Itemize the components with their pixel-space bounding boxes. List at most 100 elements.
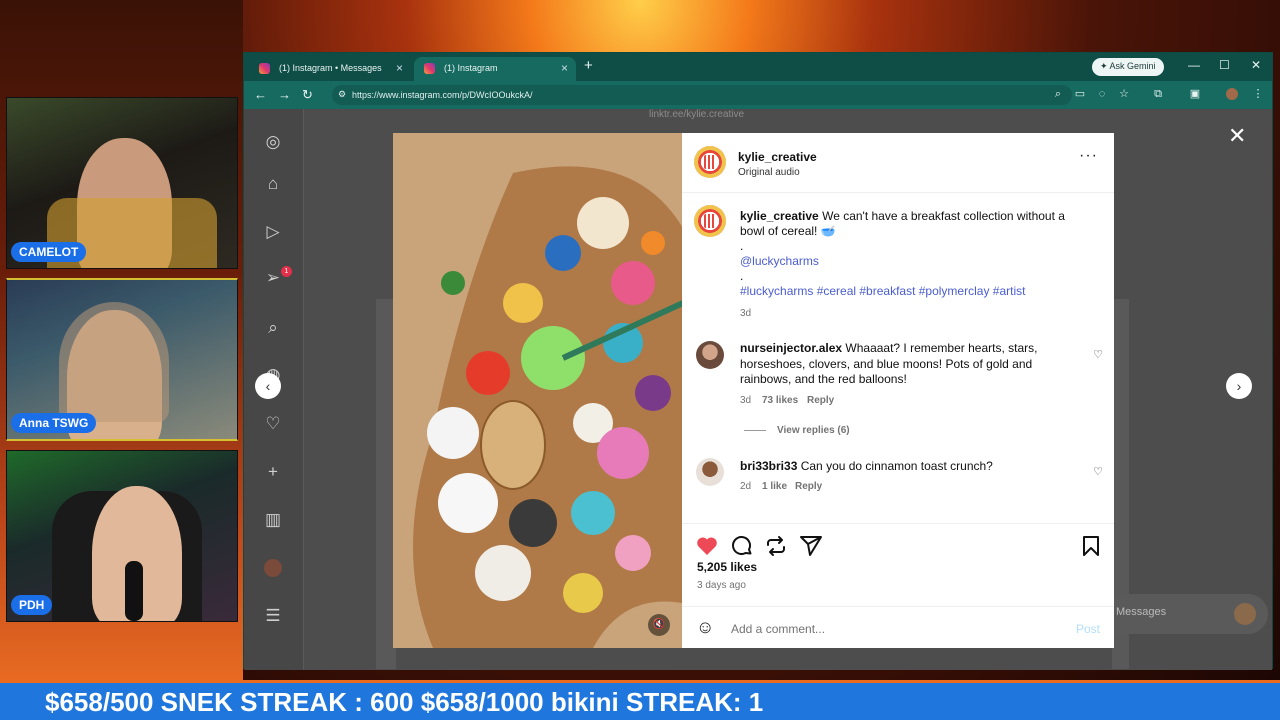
cam-label-pdh: PDH	[11, 595, 53, 615]
avatar[interactable]	[696, 341, 724, 369]
post-header: kylie_creative Original audio ···	[682, 133, 1114, 193]
address-bar[interactable]: ⚙ https://www.instagram.com/p/DWcIOOukck…	[332, 85, 1072, 105]
comment-age: 3d	[740, 395, 752, 406]
caption-mention[interactable]: @luckycharms	[740, 254, 1075, 269]
caption-username[interactable]: kylie_creative	[740, 209, 819, 223]
cast-icon[interactable]: ▭	[1074, 88, 1086, 100]
profile-avatar[interactable]	[1226, 88, 1238, 100]
sparkle-icon: ✦	[1100, 61, 1110, 71]
view-replies-button[interactable]: View replies (6)	[777, 425, 850, 436]
profile-link[interactable]: linktr.ee/kylie.creative	[649, 109, 744, 120]
zoom-icon[interactable]: ⌕	[1052, 88, 1064, 100]
address-toolbar: ← → ↻ ⚙ https://www.instagram.com/p/DWcI…	[244, 81, 1272, 109]
liked-heart-icon[interactable]	[695, 534, 719, 558]
back-icon[interactable]: ←	[254, 87, 267, 102]
post-details-panel: kylie_creative Original audio ··· kylie_…	[682, 133, 1114, 648]
reload-icon[interactable]: ↻	[302, 87, 313, 103]
close-modal-icon[interactable]: ✕	[1228, 123, 1246, 149]
like-count[interactable]: 5,205 likes	[697, 560, 757, 574]
site-info-icon[interactable]: ⚙	[338, 89, 346, 100]
heart-icon[interactable]: ♡	[262, 413, 284, 435]
like-comment-heart-icon[interactable]: ♡	[1093, 465, 1103, 478]
dashboard-icon[interactable]: ▥	[262, 509, 284, 531]
side-panel-icon[interactable]: ▣	[1189, 88, 1201, 100]
avatar[interactable]	[696, 458, 724, 486]
post-modal: 🔇 kylie_creative Original audio ··· kyli…	[393, 133, 1114, 648]
paint-palette-image	[393, 133, 682, 648]
menu-hamburger-icon[interactable]: ☰	[262, 605, 284, 627]
comment-text: Can you do cinnamon toast crunch?	[800, 459, 993, 473]
ask-gemini-button[interactable]: ✦ Ask Gemini	[1092, 58, 1164, 76]
comment-username[interactable]: nurseinjector.alex	[740, 341, 842, 355]
webcam-camelot: CAMELOT	[6, 97, 238, 269]
create-plus-icon[interactable]: +	[262, 461, 284, 483]
repost-icon[interactable]	[764, 534, 788, 558]
reply-button[interactable]: Reply	[807, 395, 834, 406]
tab-title: (1) Instagram	[444, 63, 498, 73]
browser-window: (1) Instagram • Messages × (1) Instagram…	[243, 52, 1273, 670]
menu-kebab-icon[interactable]: ⋮	[1252, 88, 1264, 100]
tab-bar: (1) Instagram • Messages × (1) Instagram…	[244, 53, 1272, 81]
caption-hashtags[interactable]: #luckycharms #cereal #breakfast #polymer…	[740, 284, 1075, 299]
comment-age: 2d	[740, 481, 752, 492]
eye-slash-icon[interactable]: ◌	[1096, 88, 1108, 100]
avatar	[1234, 603, 1256, 625]
previous-post-arrow-icon[interactable]: ‹	[255, 373, 281, 399]
minimize-icon[interactable]: —	[1188, 58, 1200, 72]
cam-label-camelot: CAMELOT	[11, 242, 87, 262]
like-comment-heart-icon[interactable]: ♡	[1093, 348, 1103, 361]
caption-age: 3d	[740, 308, 752, 319]
instagram-logo-icon[interactable]: ◎	[262, 131, 284, 153]
avatar[interactable]	[694, 205, 726, 237]
tab-instagram-messages[interactable]: (1) Instagram • Messages ×	[249, 57, 411, 81]
reels-icon[interactable]: ▷	[262, 221, 284, 243]
save-bookmark-icon[interactable]	[1079, 534, 1103, 558]
avatar[interactable]	[694, 146, 726, 178]
hair	[59, 302, 169, 422]
instagram-icon	[424, 63, 435, 74]
url-text: https://www.instagram.com/p/DWcIOOukckA/	[352, 90, 533, 100]
mute-icon[interactable]: 🔇	[648, 614, 670, 636]
messages-pill[interactable]: Messages	[1100, 594, 1268, 634]
post-comment-button[interactable]: Post	[1076, 622, 1100, 636]
close-tab-icon[interactable]: ×	[561, 61, 568, 75]
home-icon[interactable]: ⌂	[262, 173, 284, 195]
extensions-icon[interactable]: ⧉	[1152, 88, 1164, 100]
messages-label: Messages	[1116, 606, 1167, 618]
search-icon[interactable]: ⌕	[262, 317, 284, 339]
instagram-page: linktr.ee/kylie.creative ◎ ⌂ ▷ ➢ 1 ⌕ ◍ ♡…	[244, 109, 1272, 670]
instagram-icon	[259, 63, 270, 74]
reply-button[interactable]: Reply	[795, 481, 822, 492]
caption-dot: .	[740, 239, 744, 253]
post-username[interactable]: kylie_creative	[738, 150, 817, 164]
comment-input[interactable]: Add a comment...	[731, 622, 825, 636]
audio-label[interactable]: Original audio	[738, 167, 800, 178]
stream-ticker: $658/500 SNEK STREAK : 600 $658/1000 bik…	[0, 680, 1280, 720]
comment-icon[interactable]	[730, 534, 754, 558]
tab-title: (1) Instagram • Messages	[279, 63, 382, 73]
divider	[744, 430, 766, 431]
add-comment-bar: ☺ Add a comment... Post	[682, 606, 1114, 648]
cam-label-anna: Anna TSWG	[11, 413, 97, 433]
tab-instagram[interactable]: (1) Instagram ×	[414, 57, 576, 81]
post-caption: kylie_creative We can't have a breakfast…	[740, 209, 1075, 299]
emoji-icon[interactable]: ☺	[696, 617, 714, 638]
profile-avatar[interactable]	[264, 559, 282, 577]
comment-likes[interactable]: 73 likes	[762, 395, 798, 406]
comment-1: nurseinjector.alex Whaaaat? I remember h…	[740, 341, 1040, 388]
share-icon[interactable]	[799, 534, 823, 558]
more-options-icon[interactable]: ···	[1079, 147, 1098, 165]
close-tab-icon[interactable]: ×	[396, 61, 403, 75]
next-post-arrow-icon[interactable]: ›	[1226, 373, 1252, 399]
close-window-icon[interactable]: ✕	[1251, 58, 1261, 72]
forward-icon[interactable]: →	[278, 87, 291, 102]
bookmark-star-icon[interactable]: ☆	[1118, 88, 1130, 100]
comment-username[interactable]: bri33bri33	[740, 459, 797, 473]
post-video[interactable]: 🔇	[393, 133, 682, 648]
maximize-icon[interactable]: ☐	[1219, 58, 1230, 72]
webcam-anna: Anna TSWG	[6, 278, 238, 441]
new-tab-button[interactable]: +	[584, 57, 593, 74]
comment-likes[interactable]: 1 like	[762, 481, 787, 492]
ask-gemini-label: Ask Gemini	[1109, 61, 1156, 71]
webcam-pdh: PDH	[6, 450, 238, 622]
